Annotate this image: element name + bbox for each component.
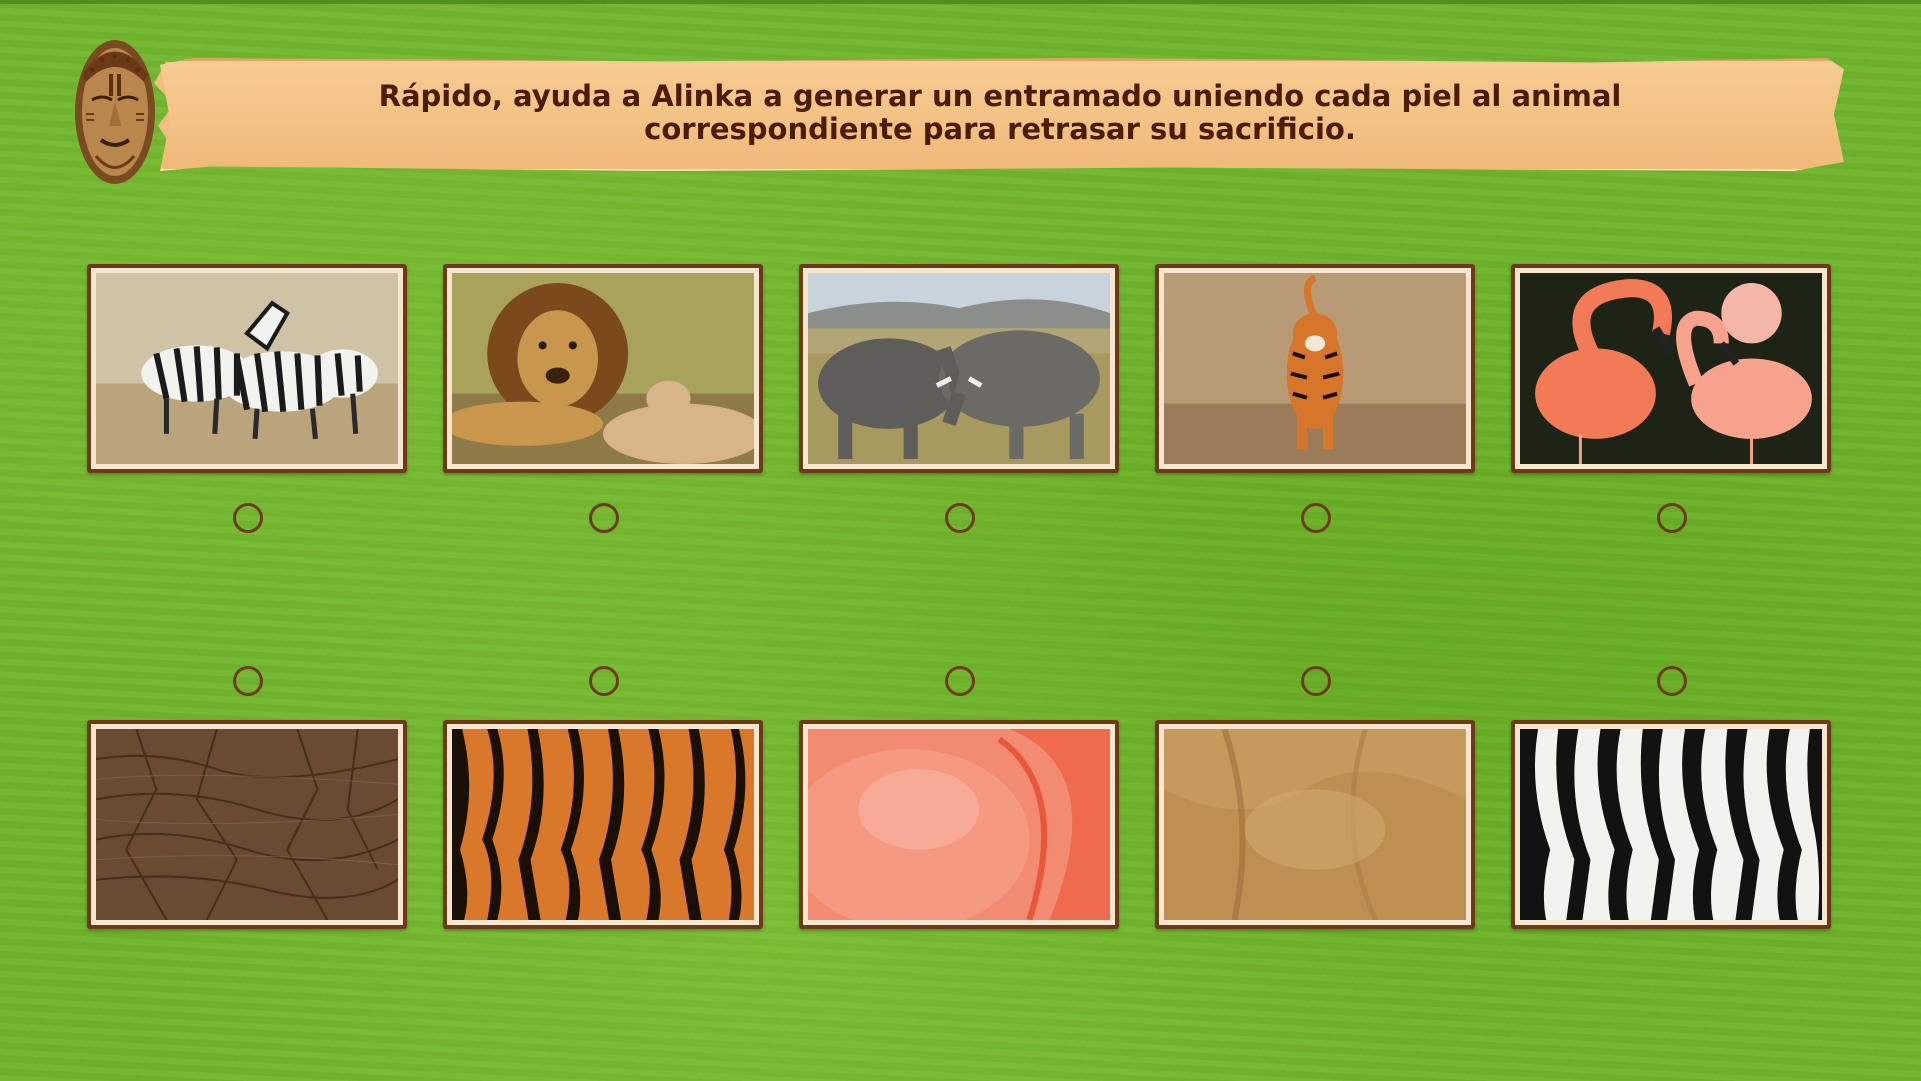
connector-skin-elephant[interactable]: [233, 666, 263, 696]
animal-card-flamingo[interactable]: [1511, 264, 1831, 473]
flamingo-photo-icon: [1520, 273, 1822, 464]
connector-skin-lion[interactable]: [1301, 666, 1331, 696]
flamingo-skin-texture-icon: [808, 729, 1110, 920]
skin-card-tiger[interactable]: [443, 720, 763, 929]
connector-animal-zebra[interactable]: [233, 503, 263, 533]
instruction-line-1: Rápido, ayuda a Alinka a generar un entr…: [378, 79, 1622, 113]
tiger-skin-texture-icon: [452, 729, 754, 920]
zebra-skin-texture-icon: [1520, 729, 1822, 920]
connector-skin-tiger[interactable]: [589, 666, 619, 696]
animal-card-tiger[interactable]: [1155, 264, 1475, 473]
connector-animal-tiger[interactable]: [1301, 503, 1331, 533]
instruction-line-2: correspondiente para retrasar su sacrifi…: [644, 112, 1356, 146]
connector-animal-flamingo[interactable]: [1657, 503, 1687, 533]
tiger-photo-icon: [1164, 273, 1466, 464]
animal-card-zebra[interactable]: [87, 264, 407, 473]
skin-card-elephant[interactable]: [87, 720, 407, 929]
zebra-photo-icon: [96, 273, 398, 464]
lion-photo-icon: [452, 273, 754, 464]
connector-animal-lion[interactable]: [589, 503, 619, 533]
elephant-skin-texture-icon: [96, 729, 398, 920]
skin-card-zebra[interactable]: [1511, 720, 1831, 929]
animal-card-elephant[interactable]: [799, 264, 1119, 473]
skin-card-lion[interactable]: [1155, 720, 1475, 929]
tribal-mask-icon: [72, 34, 158, 186]
lion-skin-texture-icon: [1164, 729, 1466, 920]
connector-animal-elephant[interactable]: [945, 503, 975, 533]
elephant-photo-icon: [808, 273, 1110, 464]
top-border: [0, 0, 1921, 4]
instruction-text: Rápido, ayuda a Alinka a generar un entr…: [300, 80, 1700, 146]
connector-skin-zebra[interactable]: [1657, 666, 1687, 696]
animal-card-lion[interactable]: [443, 264, 763, 473]
skin-card-flamingo[interactable]: [799, 720, 1119, 929]
connector-skin-flamingo[interactable]: [945, 666, 975, 696]
